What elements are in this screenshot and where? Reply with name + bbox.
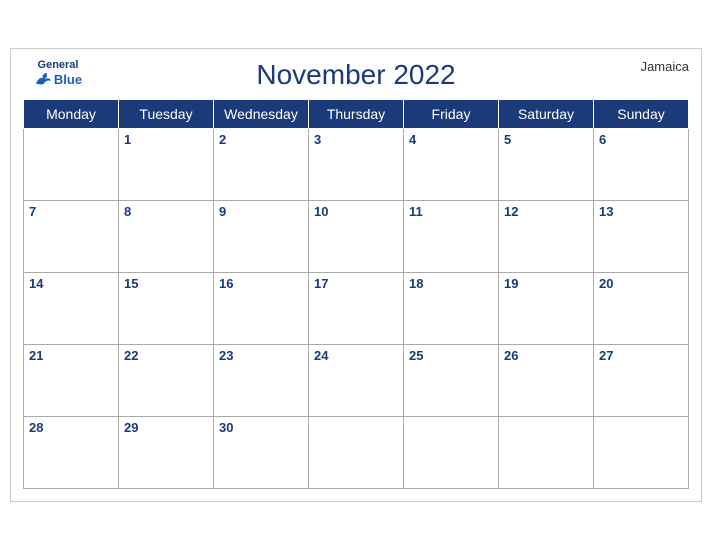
calendar-cell: 16 [214, 273, 309, 345]
calendar-cell: 8 [119, 201, 214, 273]
logo-bird-icon [34, 71, 52, 87]
day-number: 2 [219, 132, 226, 147]
calendar-header: General Blue November 2022 Jamaica [23, 59, 689, 91]
calendar-cell: 21 [24, 345, 119, 417]
calendar-cell: 11 [404, 201, 499, 273]
week-row-5: 28 29 30 [24, 417, 689, 489]
day-number: 5 [504, 132, 511, 147]
calendar-cell [499, 417, 594, 489]
logo-blue-text: Blue [34, 71, 82, 87]
calendar-cell: 3 [309, 129, 404, 201]
week-row-2: 7 8 9 10 11 12 13 [24, 201, 689, 273]
day-number: 22 [124, 348, 138, 363]
day-number: 27 [599, 348, 613, 363]
calendar-cell: 30 [214, 417, 309, 489]
day-number: 3 [314, 132, 321, 147]
day-number: 6 [599, 132, 606, 147]
calendar-cell: 23 [214, 345, 309, 417]
calendar-cell: 5 [499, 129, 594, 201]
weekday-thursday: Thursday [309, 100, 404, 129]
day-number: 14 [29, 276, 43, 291]
week-row-1: 1 2 3 4 5 6 [24, 129, 689, 201]
weekday-saturday: Saturday [499, 100, 594, 129]
calendar-container: General Blue November 2022 Jamaica Monda… [10, 48, 702, 502]
calendar-cell: 13 [594, 201, 689, 273]
day-number: 26 [504, 348, 518, 363]
day-number: 1 [124, 132, 131, 147]
calendar-cell: 1 [119, 129, 214, 201]
calendar-cell: 17 [309, 273, 404, 345]
calendar-cell: 7 [24, 201, 119, 273]
calendar-cell: 29 [119, 417, 214, 489]
calendar-cell [404, 417, 499, 489]
day-number: 7 [29, 204, 36, 219]
calendar-cell [309, 417, 404, 489]
calendar-cell: 19 [499, 273, 594, 345]
day-number: 4 [409, 132, 416, 147]
weekday-monday: Monday [24, 100, 119, 129]
day-number: 17 [314, 276, 328, 291]
day-number: 24 [314, 348, 328, 363]
day-number: 29 [124, 420, 138, 435]
calendar-cell: 22 [119, 345, 214, 417]
weekday-header-row: Monday Tuesday Wednesday Thursday Friday… [24, 100, 689, 129]
calendar-cell: 25 [404, 345, 499, 417]
day-number: 20 [599, 276, 613, 291]
calendar-cell: 20 [594, 273, 689, 345]
day-number: 25 [409, 348, 423, 363]
calendar-cell: 18 [404, 273, 499, 345]
calendar-cell [594, 417, 689, 489]
calendar-cell: 26 [499, 345, 594, 417]
calendar-cell: 10 [309, 201, 404, 273]
calendar-title: November 2022 [256, 59, 455, 91]
week-row-3: 14 15 16 17 18 19 20 [24, 273, 689, 345]
day-number: 10 [314, 204, 328, 219]
day-number: 23 [219, 348, 233, 363]
logo-general-text: General [38, 59, 79, 71]
calendar-cell: 27 [594, 345, 689, 417]
day-number: 18 [409, 276, 423, 291]
calendar-cell: 28 [24, 417, 119, 489]
weekday-wednesday: Wednesday [214, 100, 309, 129]
calendar-cell: 2 [214, 129, 309, 201]
day-number: 16 [219, 276, 233, 291]
day-number: 8 [124, 204, 131, 219]
weekday-friday: Friday [404, 100, 499, 129]
day-number: 11 [409, 204, 423, 219]
calendar-grid: Monday Tuesday Wednesday Thursday Friday… [23, 99, 689, 489]
calendar-cell [24, 129, 119, 201]
calendar-cell: 4 [404, 129, 499, 201]
weekday-sunday: Sunday [594, 100, 689, 129]
country-label: Jamaica [641, 59, 689, 74]
day-number: 15 [124, 276, 138, 291]
day-number: 21 [29, 348, 43, 363]
week-row-4: 21 22 23 24 25 26 27 [24, 345, 689, 417]
calendar-cell: 12 [499, 201, 594, 273]
day-number: 30 [219, 420, 233, 435]
calendar-cell: 14 [24, 273, 119, 345]
calendar-cell: 15 [119, 273, 214, 345]
day-number: 19 [504, 276, 518, 291]
calendar-cell: 9 [214, 201, 309, 273]
logo-area: General Blue [23, 59, 93, 87]
day-number: 28 [29, 420, 43, 435]
calendar-cell: 6 [594, 129, 689, 201]
weekday-tuesday: Tuesday [119, 100, 214, 129]
day-number: 13 [599, 204, 613, 219]
calendar-body: 1234567891011121314151617181920212223242… [24, 129, 689, 489]
calendar-cell: 24 [309, 345, 404, 417]
day-number: 9 [219, 204, 226, 219]
day-number: 12 [504, 204, 518, 219]
